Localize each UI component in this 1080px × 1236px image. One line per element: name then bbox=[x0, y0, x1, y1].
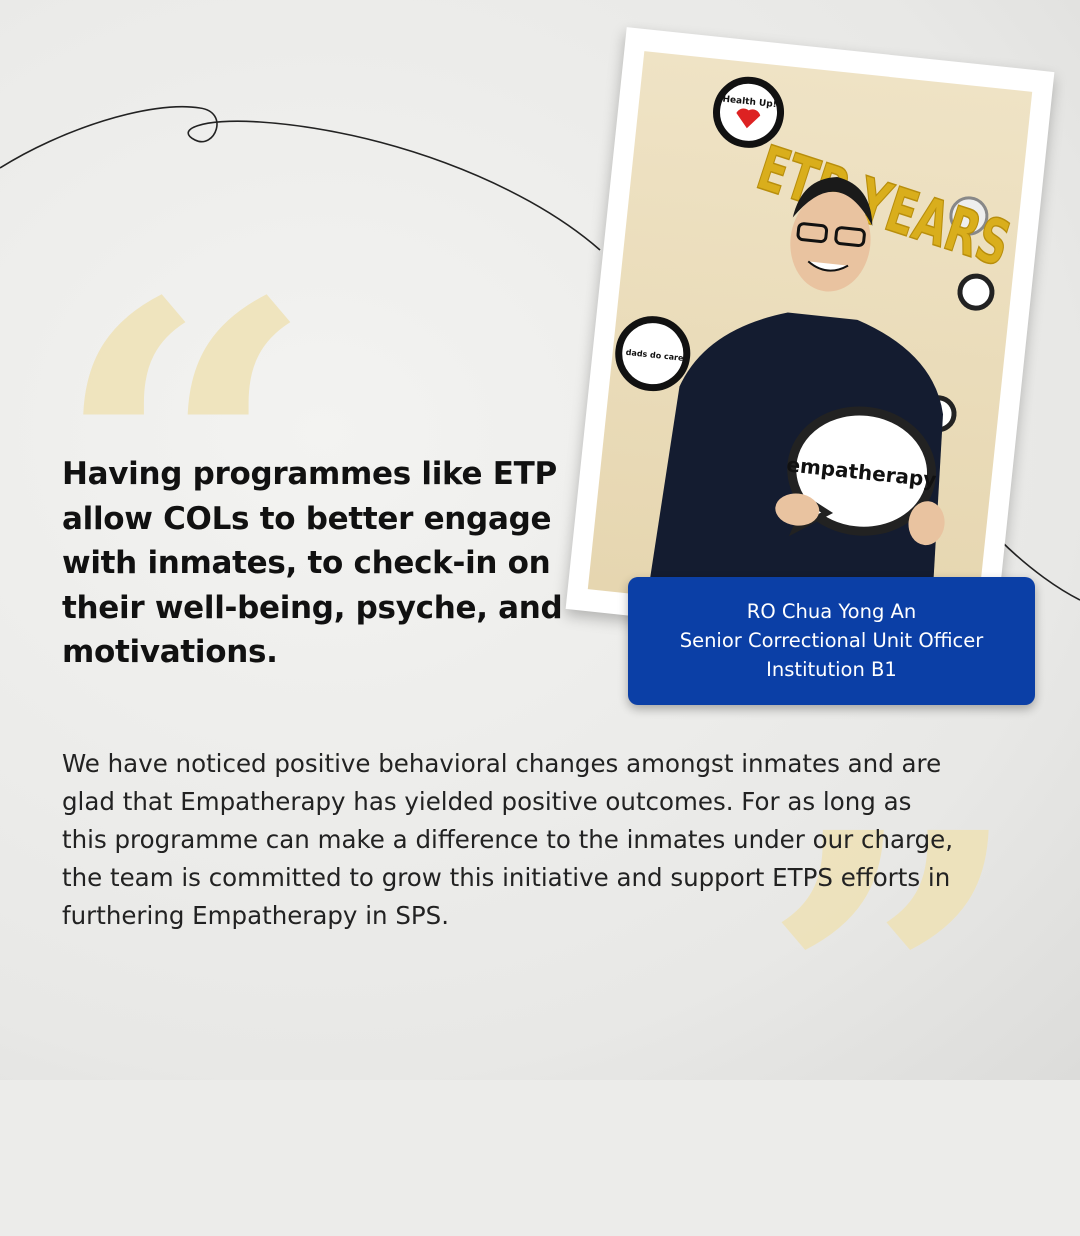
officer-photo: Health Up! dads do care ETP YEARS empath… bbox=[587, 51, 1033, 630]
officer-illustration: Health Up! dads do care ETP YEARS empath… bbox=[615, 76, 1020, 626]
officer-name: RO Chua Yong An bbox=[746, 600, 917, 623]
officer-title: Senior Correctional Unit Officer bbox=[679, 629, 984, 652]
gold-balloons: ETP YEARS bbox=[749, 131, 1019, 281]
quote-headline: Having programmes like ETP allow COLs to… bbox=[62, 456, 563, 670]
officer-unit: Institution B1 bbox=[766, 658, 897, 681]
name-card: RO Chua Yong An Senior Correctional Unit… bbox=[628, 577, 1035, 705]
polaroid-photo: Health Up! dads do care ETP YEARS empath… bbox=[565, 27, 1055, 654]
quote-body: We have noticed positive behavioral chan… bbox=[62, 749, 954, 930]
